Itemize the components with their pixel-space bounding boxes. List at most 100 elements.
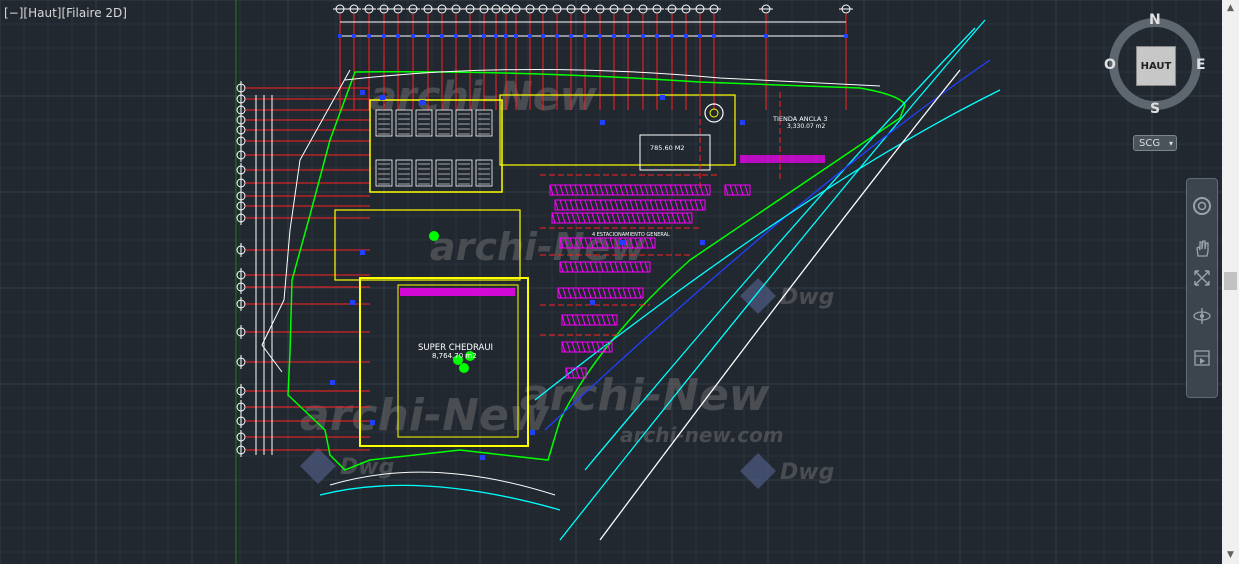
parking-stall — [617, 287, 622, 299]
parking-stall — [624, 199, 629, 211]
parking-stall — [572, 287, 577, 299]
watermark-site-text: archi-new.com — [620, 423, 784, 447]
pan-icon[interactable] — [1191, 237, 1213, 259]
steeringwheel-icon[interactable] — [1191, 195, 1213, 217]
parking-stall — [601, 212, 606, 224]
parking-stall — [616, 212, 621, 224]
parking-stall — [739, 184, 744, 196]
dimension-tick — [352, 34, 356, 38]
dimension-tick — [555, 34, 559, 38]
parking-stall — [564, 184, 569, 196]
column-marker — [480, 455, 485, 460]
parking-stall — [556, 212, 561, 224]
parking-stall — [639, 184, 644, 196]
compass-south-label[interactable]: S — [1150, 101, 1160, 117]
dimension-tick — [411, 34, 415, 38]
parking-stall — [699, 199, 704, 211]
parking-stall — [611, 314, 616, 326]
compass-west-label[interactable]: O — [1104, 57, 1116, 73]
zoom-extents-icon[interactable] — [1191, 267, 1213, 289]
parking-stall — [649, 237, 654, 249]
vertical-scrollbar[interactable]: ▲ ▼ — [1222, 0, 1239, 564]
parking-stall — [566, 212, 571, 224]
orbit-icon[interactable] — [1191, 305, 1213, 327]
compass-east-label[interactable]: E — [1196, 57, 1206, 73]
dimension-tick — [426, 34, 430, 38]
watermark-text: archi-New — [300, 390, 550, 441]
showmotion-icon[interactable] — [1191, 347, 1213, 369]
viewport-controls-label[interactable]: [−][Haut][Filaire 2D] — [4, 6, 127, 20]
parking-stall — [574, 184, 579, 196]
parking-stall — [579, 184, 584, 196]
dimension-tick — [468, 34, 472, 38]
parking-stall — [674, 184, 679, 196]
parking-stall — [609, 199, 614, 211]
scroll-down-arrow-icon[interactable]: ▼ — [1222, 547, 1239, 564]
viewcube-top-face[interactable]: HAUT — [1136, 46, 1176, 86]
column-marker — [360, 90, 365, 95]
watermark-logo-text: Dwg — [780, 285, 834, 310]
column-marker — [530, 430, 535, 435]
parking-stall — [614, 199, 619, 211]
drawing-label-tienda-area: 3,330.07 m2 — [787, 123, 825, 130]
parking-stall — [606, 212, 611, 224]
parking-stall — [651, 212, 656, 224]
parking-stall — [589, 199, 594, 211]
watermark-logo-diamond — [300, 448, 336, 484]
parking-stall — [581, 341, 586, 353]
parking-row — [740, 155, 825, 163]
tree-symbol — [459, 363, 469, 373]
column-marker — [600, 120, 605, 125]
parking-stall — [681, 212, 686, 224]
ucs-menu-button[interactable]: SCG ▾ — [1133, 135, 1177, 151]
parking-stall — [592, 287, 597, 299]
parking-stall — [609, 184, 614, 196]
parking-stall — [671, 212, 676, 224]
column-marker — [360, 250, 365, 255]
dimension-tick — [641, 34, 645, 38]
tree-symbol — [429, 231, 439, 241]
dimension-tick — [569, 34, 573, 38]
parking-stall — [684, 199, 689, 211]
parking-stall — [571, 212, 576, 224]
parking-stall — [694, 184, 699, 196]
parking-stall — [629, 199, 634, 211]
dimension-tick — [712, 34, 716, 38]
parking-stall — [641, 212, 646, 224]
parking-stall — [676, 212, 681, 224]
scroll-up-arrow-icon[interactable]: ▲ — [1222, 0, 1239, 17]
parking-stall — [634, 184, 639, 196]
parking-stall — [686, 212, 691, 224]
parking-stall — [656, 212, 661, 224]
dimension-tick — [612, 34, 616, 38]
parking-stall — [601, 314, 606, 326]
site-plan-drawing[interactable]: archi-Newarchi-Newarchi-Newarchi-Newarch… — [0, 0, 1222, 564]
parking-stall — [602, 287, 607, 299]
drawing-viewport[interactable]: archi-New archi-New archi-New archi-New arch… — [0, 0, 1222, 564]
parking-stall — [654, 184, 659, 196]
scroll-thumb[interactable] — [1224, 272, 1237, 290]
parking-stall — [622, 287, 627, 299]
parking-stall — [554, 184, 559, 196]
parking-stall — [654, 199, 659, 211]
dimension-tick — [396, 34, 400, 38]
parking-stall — [674, 199, 679, 211]
column-marker — [330, 380, 335, 385]
parking-stall — [564, 199, 569, 211]
column-marker — [700, 240, 705, 245]
parking-stall — [594, 184, 599, 196]
dimension-tick — [482, 34, 486, 38]
parking-stall — [607, 287, 612, 299]
column-marker — [660, 95, 665, 100]
compass-north-label[interactable]: N — [1149, 12, 1161, 28]
parking-stall — [561, 212, 566, 224]
dimension-tick — [528, 34, 532, 38]
parking-stall — [604, 184, 609, 196]
parking-stall — [581, 212, 586, 224]
parking-stall — [559, 199, 564, 211]
parking-stall — [619, 184, 624, 196]
parking-stall — [584, 199, 589, 211]
parking-stall — [629, 184, 634, 196]
parking-stall — [584, 184, 589, 196]
parking-stall — [612, 287, 617, 299]
